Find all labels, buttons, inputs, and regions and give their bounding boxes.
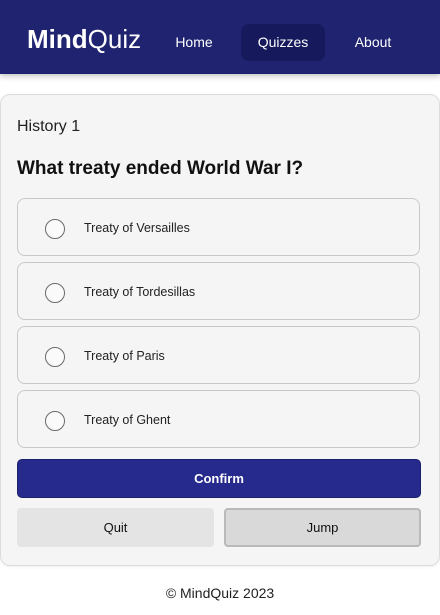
logo[interactable]: MindQuiz	[27, 24, 141, 54]
logo-light-text: Quiz	[87, 24, 142, 54]
radio-button[interactable]	[45, 219, 65, 239]
question-text: What treaty ended World War I?	[17, 158, 304, 179]
answer-option-2[interactable]: Treaty of Tordesillas	[17, 262, 420, 320]
radio-button[interactable]	[45, 283, 65, 303]
nav-quizzes[interactable]: Quizzes	[241, 24, 325, 61]
quiz-title: History 1	[17, 118, 81, 135]
answer-option-label: Treaty of Tordesillas	[84, 285, 196, 299]
confirm-button[interactable]: Confirm	[17, 459, 421, 498]
answer-option-4[interactable]: Treaty of Ghent	[17, 390, 420, 448]
jump-button[interactable]: Jump	[224, 508, 421, 547]
nav-about[interactable]: About	[344, 24, 402, 61]
quiz-card: History 1 What treaty ended World War I?…	[0, 94, 440, 566]
logo-bold-text: Mind	[27, 24, 88, 54]
quit-button[interactable]: Quit	[17, 508, 214, 547]
answer-option-label: Treaty of Versailles	[84, 221, 190, 235]
radio-button[interactable]	[45, 411, 65, 431]
answer-option-3[interactable]: Treaty of Paris	[17, 326, 420, 384]
answer-option-1[interactable]: Treaty of Versailles	[17, 198, 420, 256]
app-header: MindQuiz Home Quizzes About	[0, 0, 440, 74]
answer-option-label: Treaty of Paris	[84, 349, 165, 363]
answer-option-label: Treaty of Ghent	[84, 413, 171, 427]
footer-copyright: © MindQuiz 2023	[165, 585, 275, 601]
radio-button[interactable]	[45, 347, 65, 367]
nav-home[interactable]: Home	[164, 24, 224, 61]
